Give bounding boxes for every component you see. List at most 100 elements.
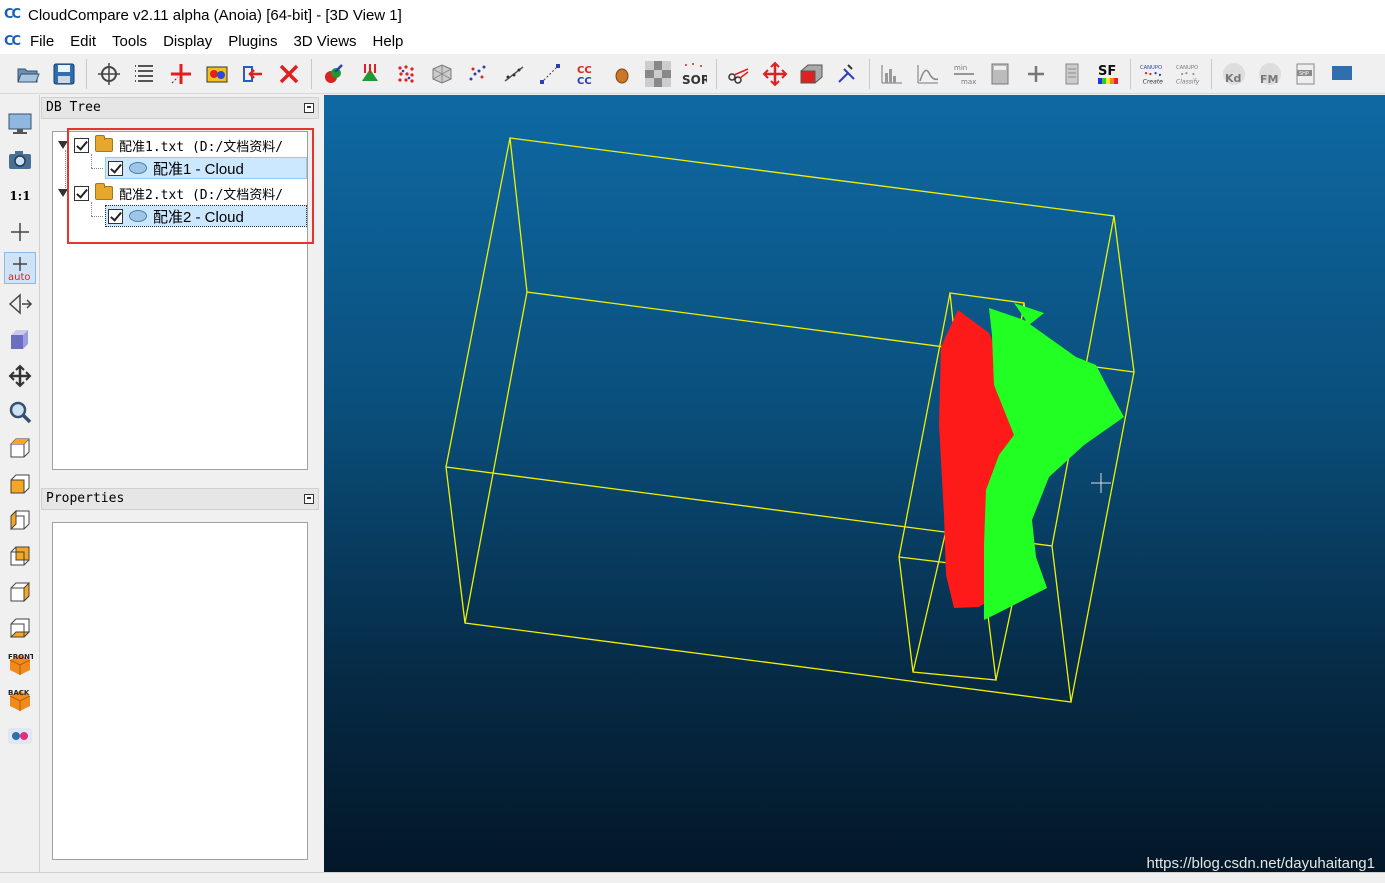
stereo-glasses-icon [8, 728, 32, 744]
menu-file[interactable]: File [22, 30, 62, 54]
float-panel-icon[interactable] [304, 494, 314, 504]
svg-text:Create: Create [1143, 77, 1164, 85]
cross-section-button[interactable] [796, 59, 826, 89]
menu-help[interactable]: Help [365, 30, 412, 54]
window-title: CloudCompare v2.11 alpha (Anoia) [64-bit… [28, 6, 402, 24]
menu-edit[interactable]: Edit [62, 30, 104, 54]
sample-points-icon [398, 64, 414, 83]
sample-points-button[interactable] [391, 59, 421, 89]
toolbar-separator [869, 58, 870, 89]
sor-filter-button[interactable]: SOR [679, 59, 709, 89]
histogram-button[interactable] [877, 59, 907, 89]
canupo-classify-button[interactable]: CANUPO Classify [1174, 59, 1204, 89]
screenshot-button[interactable] [4, 144, 36, 176]
point-picking-button[interactable] [94, 59, 124, 89]
distance-button[interactable] [535, 59, 565, 89]
gaussian-button[interactable] [913, 59, 943, 89]
point-cloud-2 [984, 303, 1124, 620]
menu-tools[interactable]: Tools [104, 30, 155, 54]
orient-normals-button[interactable] [355, 59, 385, 89]
segment-button[interactable] [724, 59, 754, 89]
svg-text:CANUPO: CANUPO [1140, 64, 1162, 70]
save-disk-icon [53, 63, 75, 84]
more-tools-button[interactable] [1327, 59, 1357, 89]
color-scale-button[interactable] [202, 59, 232, 89]
svg-text:min: min [954, 64, 967, 72]
distribution-icon [917, 64, 939, 83]
view-back-button[interactable] [4, 540, 36, 572]
camera-icon [9, 151, 31, 169]
cloud-2-surface [984, 308, 1124, 620]
view-cube-button[interactable] [4, 324, 36, 356]
back-iso-icon: BACK [8, 689, 31, 711]
kd-tree-button[interactable]: Kd [1219, 59, 1249, 89]
cube-left-icon [10, 509, 30, 531]
merge-button[interactable] [166, 59, 196, 89]
shp-file-icon: SHP [1296, 63, 1315, 84]
translate-rotate-button[interactable] [760, 59, 790, 89]
float-panel-icon[interactable] [304, 103, 314, 113]
add-sf-button[interactable] [1021, 59, 1051, 89]
point-picking-tool-button[interactable] [832, 59, 862, 89]
toolbar-separator [311, 58, 312, 89]
merge-icon [171, 63, 191, 84]
open-button[interactable] [13, 59, 43, 89]
fit-plane-button[interactable] [499, 59, 529, 89]
list-icon [135, 64, 153, 82]
stereo-button[interactable] [4, 720, 36, 752]
fullscreen-button[interactable] [4, 107, 36, 139]
pivot-crosshair-icon [1091, 473, 1111, 493]
magnifier-icon [9, 401, 32, 424]
toolbar-separator [716, 58, 717, 89]
cube-top-icon [10, 438, 30, 458]
crosshair-icon [11, 223, 29, 241]
canupo-create-button[interactable]: CANUPO Create [1138, 59, 1168, 89]
set-pivot-button[interactable] [4, 216, 36, 248]
view-front-button[interactable] [4, 468, 36, 500]
toolbar-separator [1130, 58, 1131, 89]
cube-front-icon [10, 474, 30, 494]
move-arrows-icon [762, 61, 788, 86]
subsample-button[interactable] [238, 59, 268, 89]
compute-normals-button[interactable] [319, 59, 349, 89]
interaction-mode-button[interactable] [4, 360, 36, 392]
mdi-window-icon[interactable]: CC [4, 34, 22, 50]
menu-plugins[interactable]: Plugins [220, 30, 285, 54]
view-bottom-button[interactable] [4, 612, 36, 644]
view-left-button[interactable] [4, 504, 36, 536]
auto-pivot-button[interactable]: auto [4, 252, 36, 284]
menu-bar: CC File Edit Tools Display Plugins 3D Vi… [0, 30, 1385, 54]
perspective-button[interactable] [4, 288, 36, 320]
potato-button[interactable] [607, 59, 637, 89]
fast-marching-button[interactable]: FM [1255, 59, 1285, 89]
filter-by-value-button[interactable]: min max [949, 59, 979, 89]
zoom-1-1-button[interactable]: 1:1 [4, 180, 36, 212]
db-tree-title: DB Tree [46, 100, 101, 115]
view-top-button[interactable] [4, 432, 36, 464]
scatter-icon [469, 65, 486, 80]
view-right-button[interactable] [4, 576, 36, 608]
scatter-button[interactable] [463, 59, 493, 89]
view-iso-back-button[interactable]: BACK [4, 684, 36, 716]
subsample-icon [243, 65, 262, 82]
3d-view[interactable]: https://blog.csdn.net/dayuhaitang1 [324, 95, 1385, 872]
scalar-field-button[interactable]: SF [1093, 59, 1123, 89]
noise-button[interactable] [643, 59, 673, 89]
mesh-button[interactable] [427, 59, 457, 89]
status-bar [0, 872, 1385, 883]
cloud-cloud-distance-button[interactable]: CC CC [571, 59, 601, 89]
main-toolbar: CC CC SOR min max SF CANUPO Create CANUPO Cl… [0, 54, 1385, 94]
properties-title: Properties [46, 491, 125, 506]
delete-button[interactable] [274, 59, 304, 89]
save-button[interactable] [49, 59, 79, 89]
view-iso-front-button[interactable]: FRONT [4, 648, 36, 680]
menu-display[interactable]: Display [155, 30, 220, 54]
normals-icon [325, 63, 343, 83]
point-list-button[interactable] [130, 59, 160, 89]
sf-arithmetic-button[interactable] [985, 59, 1015, 89]
menu-3d-views[interactable]: 3D Views [285, 30, 364, 54]
svg-text:Kd: Kd [1225, 72, 1241, 85]
sf-gradient-button[interactable] [1057, 59, 1087, 89]
shp-export-button[interactable]: SHP [1291, 59, 1321, 89]
zoom-button[interactable] [4, 396, 36, 428]
